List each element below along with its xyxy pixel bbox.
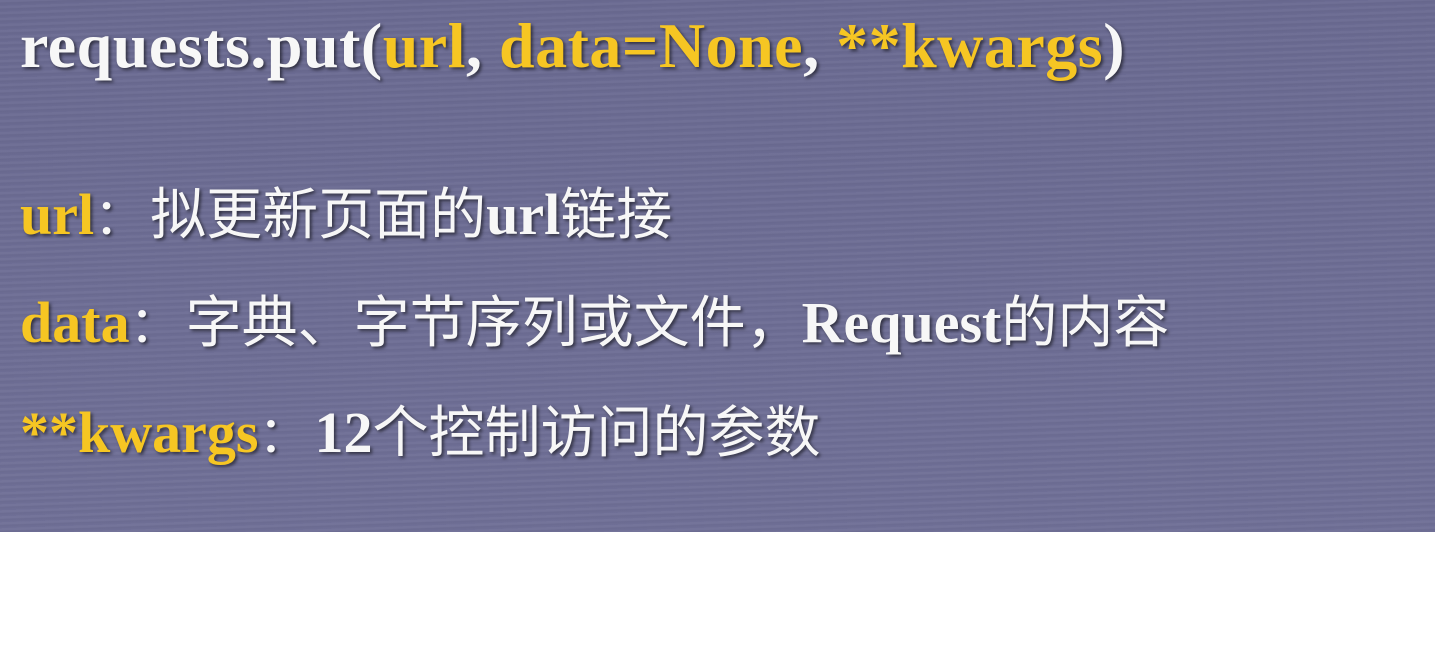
signature-separator: ,	[803, 10, 837, 81]
signature-arg-data: data=None	[498, 10, 804, 81]
signature-close-paren: )	[1103, 10, 1125, 81]
blank-area	[0, 532, 1435, 648]
param-colon: ：	[129, 296, 180, 354]
param-desc: 链接	[560, 183, 673, 248]
param-desc: 的内容	[1001, 291, 1170, 356]
signature-arg-kwargs: **kwargs	[836, 10, 1104, 81]
param-row-data: data： 字典、字节序列或文件，Request的内容	[20, 294, 1169, 352]
param-desc: 12	[314, 400, 373, 465]
function-name: requests.put(	[20, 10, 383, 81]
param-row-url: url： 拟更新页面的url链接	[20, 186, 672, 244]
function-signature: requests.put(url, data=None, **kwargs)	[20, 14, 1125, 78]
param-colon: ：	[258, 406, 309, 464]
signature-arg-url: url	[382, 10, 466, 81]
param-desc: Request	[801, 290, 1002, 355]
param-colon: ：	[94, 188, 145, 246]
param-desc: url	[486, 182, 561, 247]
param-desc: 字典、字节序列或文件，	[185, 291, 802, 356]
signature-separator: ,	[465, 10, 499, 81]
param-row-kwargs: **kwargs： 12个控制访问的参数	[20, 404, 820, 462]
param-desc: 拟更新页面的	[150, 183, 487, 248]
param-name: **kwargs	[20, 400, 259, 465]
param-name: url	[20, 182, 95, 247]
param-name: data	[20, 290, 130, 355]
slide-panel: requests.put(url, data=None, **kwargs) u…	[0, 0, 1435, 532]
param-desc: 个控制访问的参数	[372, 401, 821, 466]
